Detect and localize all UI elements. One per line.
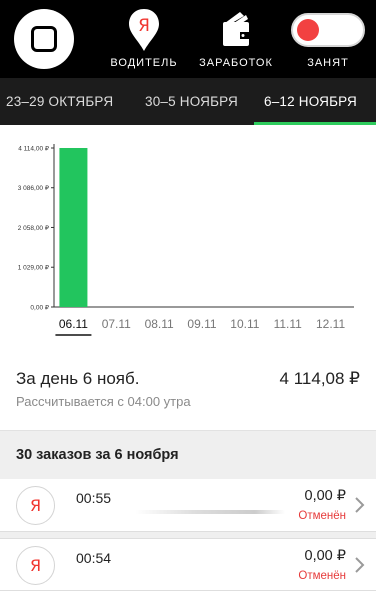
- yandex-pin-icon: Я: [129, 9, 159, 51]
- nav-driver[interactable]: Я ВОДИТЕЛЬ: [104, 0, 184, 78]
- order-time: 00:55: [76, 490, 112, 506]
- chart-y-tick-label: 3 086,00 ₽: [18, 185, 49, 192]
- order-sum: 0,00 ₽: [304, 488, 346, 504]
- chart-y-tick-label: 4 114,00 ₽: [18, 146, 49, 153]
- order-time: 00:54: [76, 550, 112, 566]
- toggle-knob: [297, 19, 319, 41]
- order-row[interactable]: Я 00:55 0,00 ₽ Отменён: [0, 479, 376, 532]
- order-status: Отменён: [298, 510, 346, 522]
- square-stop-icon: [31, 26, 57, 52]
- day-summary-title: За день 6 нояб.: [16, 369, 140, 388]
- chart-x-tick-label: 08.11: [145, 317, 174, 331]
- chart-y-tick-label: 1 029,00 ₽: [18, 265, 49, 272]
- pin-glyph: Я: [138, 16, 150, 36]
- nav-driver-label: ВОДИТЕЛЬ: [110, 57, 178, 69]
- tab-week-oct23[interactable]: 23–29 ОКТЯБРЯ: [6, 78, 113, 125]
- nav-busy-label: ЗАНЯТ: [307, 57, 349, 69]
- chart-x-tick-label: 10.11: [230, 317, 259, 331]
- day-summary-value: 4 114,08 ₽: [279, 369, 360, 388]
- chart-y-tick-label: 2 058,00 ₽: [18, 225, 49, 232]
- chart-x-tick-label: 07.11: [102, 317, 131, 331]
- tab-week-nov6[interactable]: 6–12 НОЯБРЯ: [264, 78, 357, 125]
- tab-week-oct30[interactable]: 30–5 НОЯБРЯ: [145, 78, 238, 125]
- earnings-chart: 0,00 ₽ 1 029,00 ₽ 2 058,00 ₽ 3 086,00 ₽ 4 11…: [0, 125, 376, 347]
- chart-x-tick-label: 12.11: [316, 317, 345, 331]
- order-sum: 0,00 ₽: [304, 548, 346, 564]
- top-bar: Я ВОДИТЕЛЬ ЗАРАБОТОК ЗАНЯТ: [0, 0, 376, 78]
- order-address-blurred: [135, 510, 285, 514]
- chart-y-tick-label: 0,00 ₽: [30, 305, 49, 312]
- busy-toggle[interactable]: [291, 13, 365, 47]
- nav-busy[interactable]: ЗАНЯТ: [288, 0, 368, 78]
- stop-button[interactable]: [14, 9, 74, 69]
- orders-header-title: 30 заказов за 6 ноября: [16, 447, 179, 463]
- chevron-right-icon: [355, 557, 365, 573]
- orders-header: 30 заказов за 6 ноября: [0, 430, 376, 479]
- chart-x-tick-label: 06.11: [59, 317, 88, 331]
- yandex-logo-icon: Я: [16, 486, 55, 525]
- chart-x-tick-label: 09.11: [187, 317, 216, 331]
- order-status: Отменён: [298, 570, 346, 582]
- chart-bar: [59, 147, 88, 307]
- earnings-chart-svg: 0,00 ₽ 1 029,00 ₽ 2 058,00 ₽ 3 086,00 ₽ 4 11…: [18, 144, 354, 336]
- nav-earnings-label: ЗАРАБОТОК: [199, 57, 273, 69]
- order-row[interactable]: Я 00:54 0,00 ₽ Отменён: [0, 538, 376, 591]
- chevron-right-icon: [355, 497, 365, 513]
- yandex-logo-icon: Я: [16, 546, 55, 585]
- wallet-icon: [223, 12, 249, 46]
- nav-earnings[interactable]: ЗАРАБОТОК: [196, 0, 276, 78]
- chart-x-tick-label: 11.11: [274, 317, 303, 331]
- week-tabs: 23–29 ОКТЯБРЯ 30–5 НОЯБРЯ 6–12 НОЯБРЯ: [0, 78, 376, 125]
- day-summary-subtitle: Рассчитывается с 04:00 утра: [16, 394, 191, 409]
